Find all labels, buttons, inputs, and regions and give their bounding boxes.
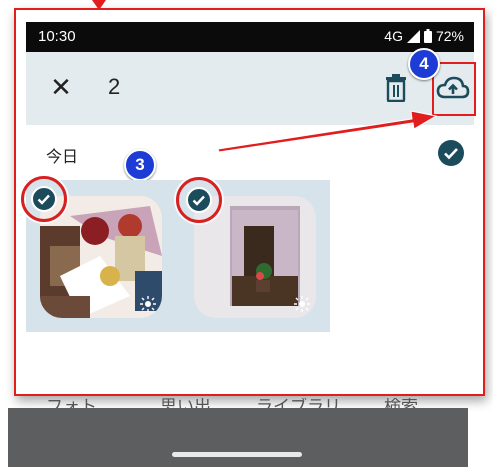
step-badge-3: 3	[124, 149, 156, 181]
motion-photo-icon	[140, 296, 156, 312]
home-gesture-handle[interactable]	[172, 452, 302, 457]
system-navigation-bar	[8, 408, 468, 467]
step-badge-4: 4	[408, 48, 440, 80]
select-all-check-icon[interactable]	[438, 140, 464, 166]
selected-check-icon[interactable]	[186, 187, 212, 213]
date-section-label: 今日	[46, 149, 79, 166]
selected-check-icon[interactable]	[31, 186, 57, 212]
motion-photo-icon	[294, 296, 310, 312]
